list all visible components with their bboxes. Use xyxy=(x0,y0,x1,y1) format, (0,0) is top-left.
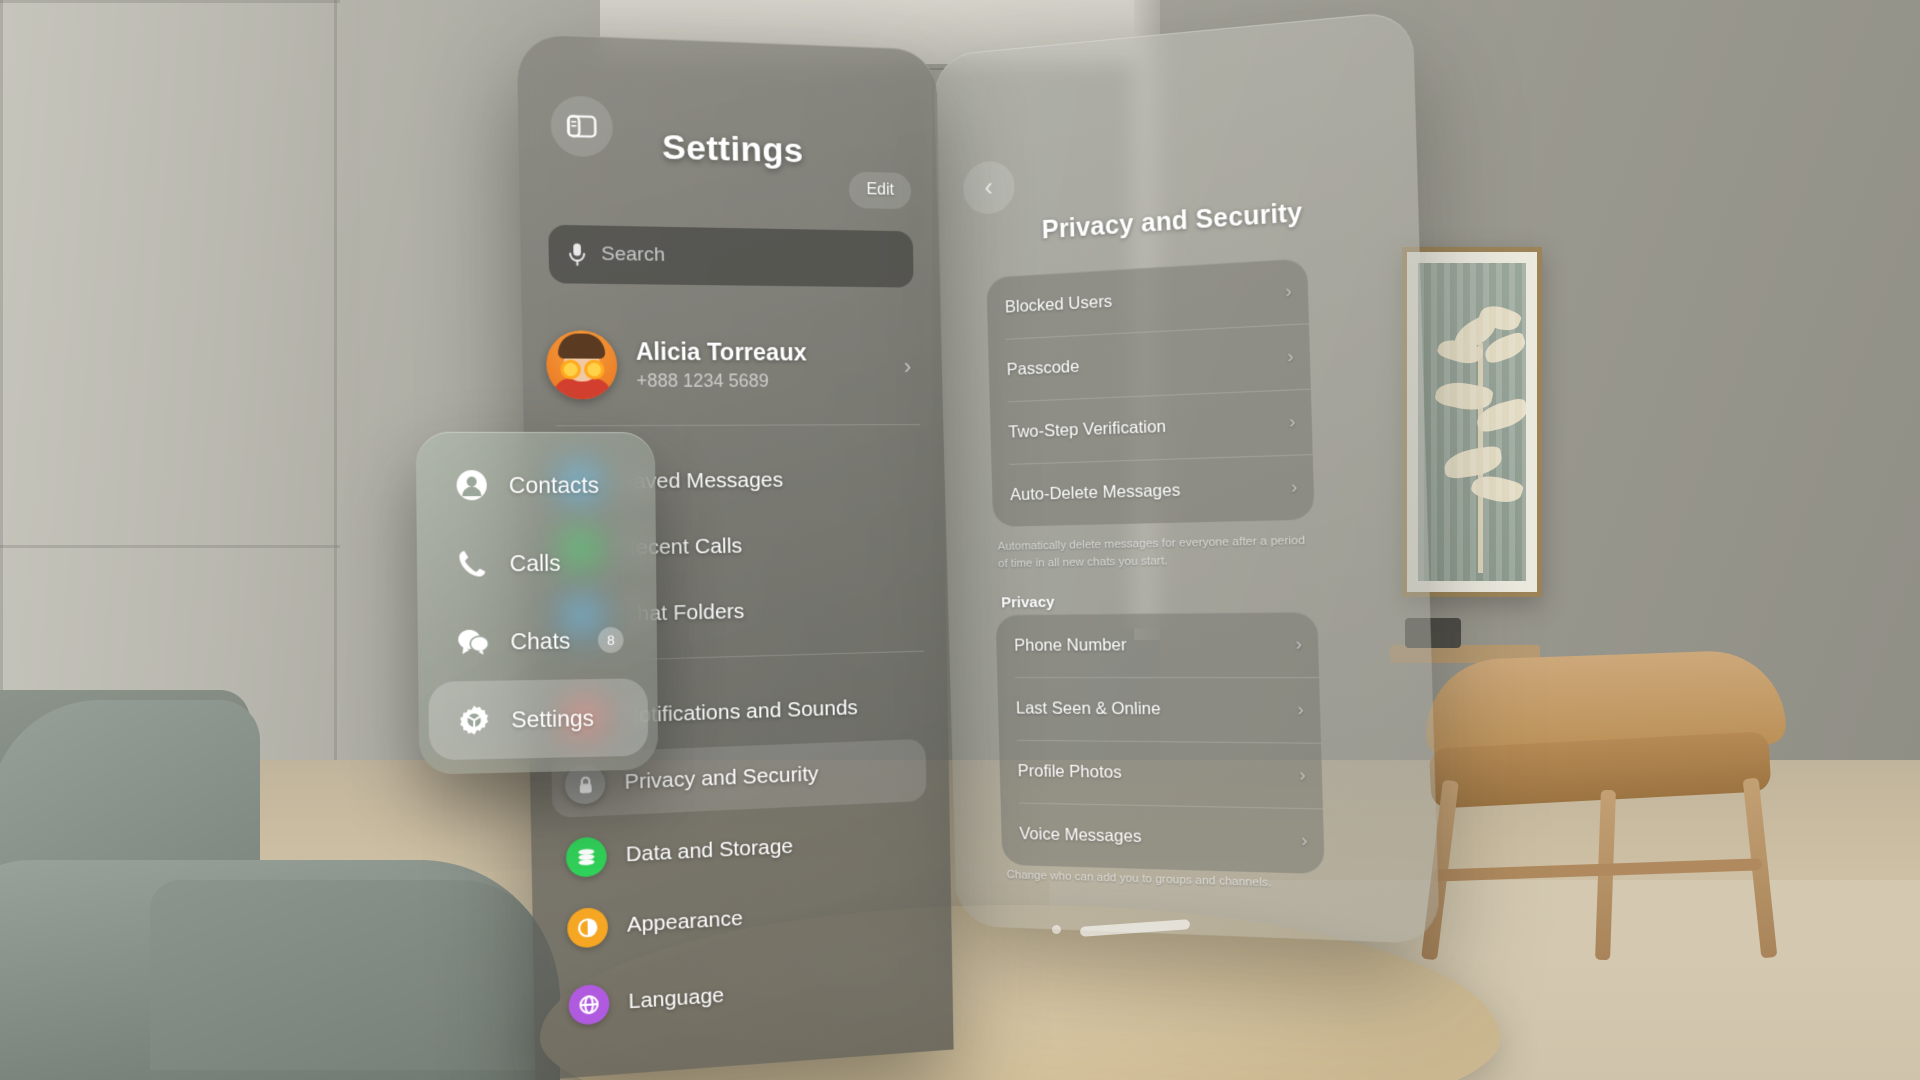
row-label: Profile Photos xyxy=(1017,761,1122,782)
window-grabber-group xyxy=(1040,915,1210,941)
page-title: Settings xyxy=(661,127,804,171)
privacy-options-card: Phone Number › Last Seen & Online › Prof… xyxy=(995,611,1325,875)
wall-seam xyxy=(0,0,340,3)
chevron-right-icon: › xyxy=(1289,411,1296,432)
row-label: Passcode xyxy=(1006,356,1080,379)
avatar-orange-slice xyxy=(560,359,582,380)
avatar-hair xyxy=(557,333,606,359)
chevron-right-icon: › xyxy=(1297,699,1305,720)
tab-settings[interactable]: Settings xyxy=(428,678,649,761)
globe-icon xyxy=(568,983,610,1026)
search-field[interactable]: Search xyxy=(548,224,914,288)
tab-label: Calls xyxy=(509,549,561,576)
window-resize-handle[interactable] xyxy=(1079,919,1191,937)
chevron-right-icon: › xyxy=(1295,633,1303,654)
database-icon xyxy=(565,836,608,878)
chevron-right-icon: › xyxy=(1287,346,1294,367)
list-item-voice-messages[interactable]: Voice Messages › xyxy=(1001,802,1325,874)
avatar-orange-slice xyxy=(583,359,605,380)
sidebar-item-label: Notifications and Sounds xyxy=(623,695,858,728)
chevron-right-icon: › xyxy=(1290,476,1298,497)
tab-contacts[interactable]: Contacts xyxy=(426,446,646,525)
list-item-phone-number[interactable]: Phone Number › xyxy=(996,612,1320,678)
security-caption: Automatically delete messages for everyo… xyxy=(997,534,1306,570)
list-item-profile-photos[interactable]: Profile Photos › xyxy=(999,740,1323,809)
list-item-two-step-verification[interactable]: Two-Step Verification › xyxy=(990,389,1313,465)
row-label: Two-Step Verification xyxy=(1008,416,1167,442)
search-input-placeholder: Search xyxy=(601,243,666,267)
phone-handset-icon xyxy=(455,548,490,578)
gear-icon xyxy=(457,704,492,737)
chevron-right-icon: › xyxy=(1285,280,1293,302)
edit-button[interactable]: Edit xyxy=(849,171,912,210)
list-item-last-seen-online[interactable]: Last Seen & Online › xyxy=(997,677,1321,743)
tab-label: Contacts xyxy=(508,471,600,498)
tab-chats[interactable]: Chats 8 xyxy=(428,601,648,682)
window-close-dot[interactable] xyxy=(1051,924,1062,935)
artwork-sheer-stripes xyxy=(1418,263,1526,581)
sidebar-item-appearance[interactable]: Appearance xyxy=(554,877,929,962)
list-item-auto-delete-messages[interactable]: Auto-Delete Messages › xyxy=(991,454,1314,527)
sidebar-item-label: Privacy and Security xyxy=(624,762,819,795)
spatial-scene: ‹ Privacy and Security Blocked Users › P… xyxy=(0,0,1920,1080)
sofa-cushion xyxy=(150,880,550,1070)
tab-label: Settings xyxy=(511,704,595,733)
chevron-right-icon: › xyxy=(903,353,912,379)
sidebar-item-data-and-storage[interactable]: Data and Storage xyxy=(553,809,928,891)
row-label: Blocked Users xyxy=(1004,291,1113,317)
profile-phone: +888 1234 5689 xyxy=(636,370,769,391)
profile-row[interactable]: Alicia Torreaux +888 1234 5689 › xyxy=(545,317,920,413)
tab-calls[interactable]: Calls xyxy=(427,523,647,603)
artwork-canvas xyxy=(1418,263,1526,581)
wall-seam xyxy=(0,545,340,548)
sidebar-item-label: Language xyxy=(628,983,725,1014)
chevron-right-icon: › xyxy=(1299,764,1306,785)
back-button[interactable]: ‹ xyxy=(962,159,1016,216)
tab-menu-panel: Contacts Calls Chats 8 Settings xyxy=(415,431,659,775)
sidebar-item-language[interactable]: Language xyxy=(555,951,930,1039)
security-options-card: Blocked Users › Passcode › Two-Step Veri… xyxy=(986,257,1315,527)
chevron-right-icon: › xyxy=(1301,830,1308,851)
person-circle-icon xyxy=(454,469,489,501)
sidebar-item-label: Appearance xyxy=(626,906,743,937)
privacy-section-title: Privacy xyxy=(1000,593,1055,612)
tab-label: Chats xyxy=(510,627,571,654)
row-label: Last Seen & Online xyxy=(1015,698,1161,718)
chats-unread-badge: 8 xyxy=(597,626,624,654)
privacy-and-security-window: ‹ Privacy and Security Blocked Users › P… xyxy=(933,10,1440,945)
chevron-left-icon: ‹ xyxy=(984,172,994,202)
chat-bubbles-icon xyxy=(456,628,490,657)
profile-name: Alicia Torreaux xyxy=(635,338,807,366)
row-label: Phone Number xyxy=(1013,635,1127,655)
sidebar-item-label: Data and Storage xyxy=(625,834,794,867)
profile-text: Alicia Torreaux +888 1234 5689 xyxy=(636,338,808,392)
row-label: Voice Messages xyxy=(1019,824,1142,846)
microphone-icon xyxy=(568,243,587,267)
list-divider xyxy=(556,424,921,427)
contrast-icon xyxy=(566,906,609,949)
row-label: Auto-Delete Messages xyxy=(1009,480,1181,504)
avatar xyxy=(545,330,618,400)
